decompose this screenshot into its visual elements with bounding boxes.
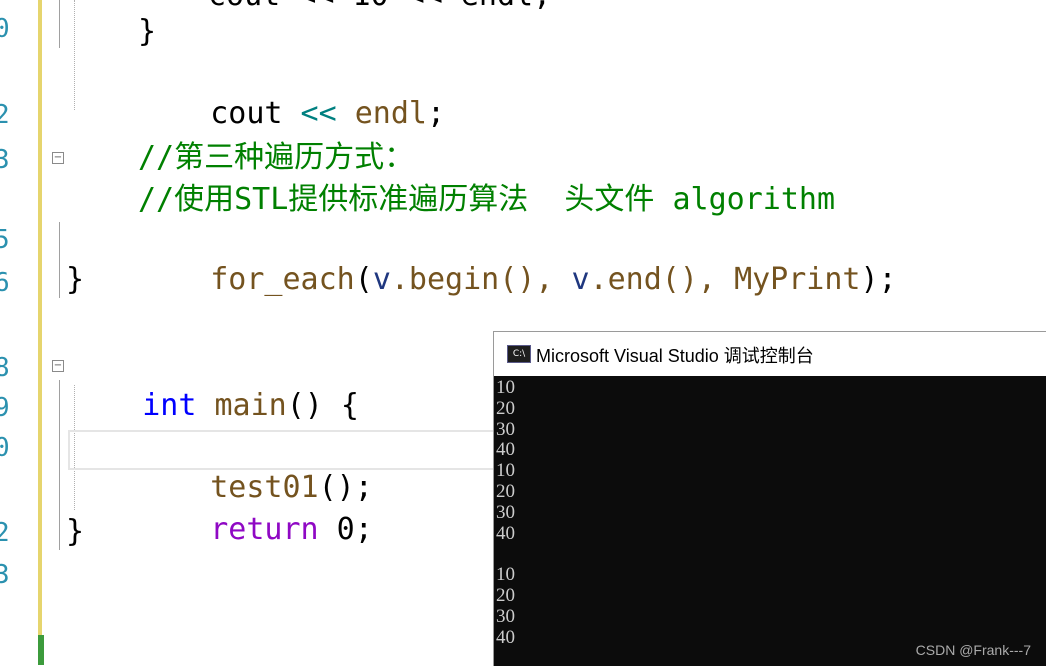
code-line-partial: cout << 10 << endl; xyxy=(208,0,551,16)
code-token-variable: v xyxy=(571,262,590,297)
console-output[interactable]: 10 20 30 40 10 20 30 40 10 20 30 40 xyxy=(496,377,1041,666)
console-output-line: 40 xyxy=(496,522,515,544)
console-output-line: 30 xyxy=(496,501,515,523)
line-number: 2 xyxy=(0,518,8,548)
console-output-line: 10 xyxy=(496,564,515,586)
code-line-close-brace: } xyxy=(66,514,85,549)
code-token-function: main xyxy=(196,388,287,423)
console-title: Microsoft Visual Studio 调试控制台 xyxy=(536,346,814,366)
code-token-endl: endl xyxy=(354,96,427,131)
code-token-paren: ); xyxy=(860,262,897,297)
console-titlebar[interactable]: C:\ Microsoft Visual Studio 调试控制台 xyxy=(494,332,1046,376)
code-line-call: test01(); xyxy=(138,428,373,505)
line-number: 6 xyxy=(0,268,8,298)
indent-guide xyxy=(74,0,75,110)
editor-gutter: 0 2 3 5 6 8 9 0 2 3 xyxy=(0,0,44,665)
code-token-variable: v xyxy=(372,262,391,297)
code-line-return: return 0; xyxy=(138,470,373,547)
line-number: 5 xyxy=(0,225,8,255)
code-token-argument: MyPrint xyxy=(734,262,861,297)
saved-change-bar xyxy=(38,0,42,635)
code-token-method: .begin(), xyxy=(390,262,572,297)
code-token-semicolon: ; xyxy=(427,96,446,131)
outline-line xyxy=(59,222,60,298)
console-output-line: 20 xyxy=(496,397,515,419)
code-token-operator: << xyxy=(282,96,355,131)
debug-console-window[interactable]: C:\ Microsoft Visual Studio 调试控制台 10 20 … xyxy=(493,331,1046,666)
code-token-keyword: int xyxy=(142,388,197,423)
console-app-icon: C:\ xyxy=(507,345,531,363)
code-token-cout: cout xyxy=(210,96,283,131)
line-number: 0 xyxy=(0,14,8,44)
console-output-line: 20 xyxy=(496,584,515,606)
code-token-punct: 0; xyxy=(318,512,373,547)
code-token-keyword: return xyxy=(210,512,319,547)
line-numbers: 0 2 3 5 6 8 9 0 2 3 xyxy=(0,0,12,665)
code-line-cout: cout << endl; xyxy=(138,54,445,131)
watermark: CSDN @Frank---7 xyxy=(915,642,1031,658)
console-output-line: 40 xyxy=(496,439,515,461)
line-number: 0 xyxy=(0,433,8,463)
console-output-line: 10 xyxy=(496,460,515,482)
console-output-line: 10 xyxy=(496,377,515,398)
code-token-punct: () { xyxy=(286,388,359,423)
code-line-close-brace: } xyxy=(66,262,85,297)
console-output-line: 30 xyxy=(496,418,515,440)
console-output-line: 30 xyxy=(496,605,515,627)
collapse-toggle-icon[interactable]: − xyxy=(52,360,64,372)
code-comment: //使用STL提供标准遍历算法 头文件 algorithm xyxy=(138,182,836,217)
line-number: 9 xyxy=(0,393,8,423)
code-token-method: .end(), xyxy=(589,262,735,297)
line-number: 8 xyxy=(0,353,8,383)
outline-line xyxy=(59,380,60,550)
console-output-line: 20 xyxy=(496,480,515,502)
code-line-main: int main() { xyxy=(70,346,359,423)
code-line-close-brace: } xyxy=(138,14,157,49)
outline-line xyxy=(59,0,60,48)
code-comment: //第三种遍历方式： xyxy=(138,140,415,175)
line-number: 3 xyxy=(0,145,8,175)
line-number: 2 xyxy=(0,100,8,130)
line-number: 3 xyxy=(0,560,8,590)
code-token-function: for_each xyxy=(210,262,355,297)
code-token-paren: ( xyxy=(354,262,373,297)
collapse-toggle-icon[interactable]: − xyxy=(52,152,64,164)
code-line-for-each: for_each(v.begin(), v.end(), MyPrint); xyxy=(138,220,896,297)
